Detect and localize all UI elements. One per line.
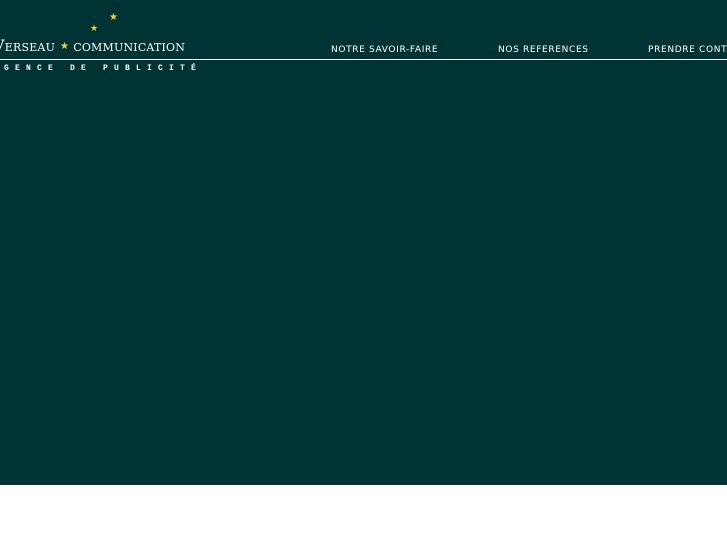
nav-link-contact[interactable]: PRENDRE CONTACT	[648, 45, 727, 55]
main-navigation: NOTRE SAVOIR-FAIRE NOS REFERENCES PRENDR…	[0, 0, 727, 60]
hero-panel: ★ ★ Verseau★communication AGENCE DE PUBL…	[0, 0, 727, 485]
page-footer-space	[0, 485, 727, 545]
agency-tagline: AGENCE DE PUBLICITÉ	[0, 64, 203, 73]
website-page: ★ ★ Verseau★communication AGENCE DE PUBL…	[0, 0, 727, 545]
header-divider	[0, 59, 727, 60]
nav-link-references[interactable]: NOS REFERENCES	[498, 45, 589, 55]
nav-link-savoir-faire[interactable]: NOTRE SAVOIR-FAIRE	[331, 45, 438, 55]
